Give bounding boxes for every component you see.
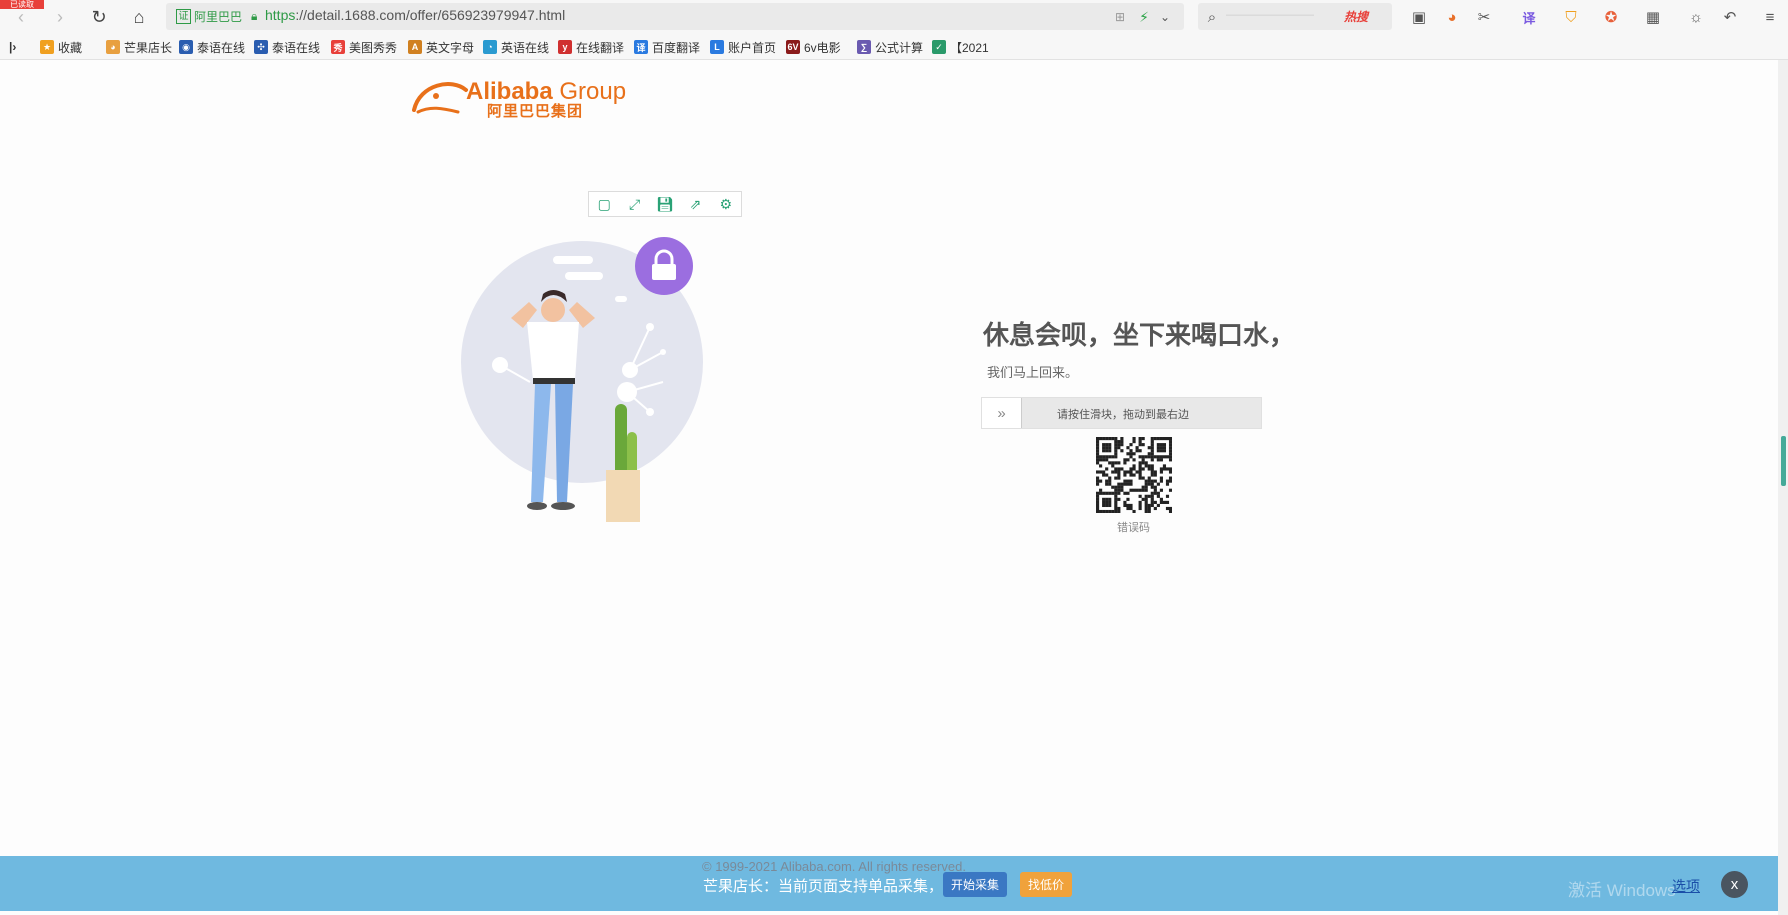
bookmark-label: 美图秀秀 [349,40,398,55]
reader-icon[interactable]: ▣ [1409,7,1429,27]
hot-search-label[interactable]: 热搜 [1344,8,1368,25]
bookmark-item[interactable]: y 在线翻译 [558,39,624,55]
chat-icon: ◔ [483,40,497,54]
slider-hint: 请按住滑块，拖动到最右边 [1057,409,1189,421]
bookmark-item[interactable]: ◕ 芒果店长 [106,39,172,55]
translate-icon: 译 [634,40,648,54]
gamepad-icon[interactable]: ✪ [1601,7,1621,27]
start-collect-button[interactable]: 开始采集 [943,872,1007,897]
page-subtitle: 我们马上回来。 [987,365,1079,380]
cert-icon: 证 [176,8,191,24]
bookmark-label: 泰语在线 [272,40,321,55]
meitu-icon: 秀 [331,40,345,54]
slider-handle[interactable]: » [982,398,1022,428]
bookmark-item[interactable]: 6V 6v电影 [786,39,841,55]
options-link[interactable]: 选项 [1672,876,1700,896]
lightning-icon[interactable]: ⚡︎ [1134,7,1154,27]
bookmark-label: 在线翻译 [576,40,625,55]
share-icon[interactable]: ⇗ [680,192,710,216]
check-icon: ✓ [932,40,946,54]
home-icon[interactable]: ⌂ [127,5,151,29]
captcha-slider[interactable]: » 请按住滑块，拖动到最右边 [981,397,1262,429]
mango-icon: ◕ [106,40,120,54]
bookmark-label: 公式计算 [875,40,924,55]
certificate-badge[interactable]: 证 阿里巴巴 🔒︎ [176,7,257,25]
bookmark-item[interactable]: ∑ 公式计算 [857,39,923,55]
globe-icon: ◉ [179,40,193,54]
bookmark-label: 百度翻译 [652,40,701,55]
shield-icon[interactable]: ⛉ [1561,7,1581,27]
network-icon: ✣ [254,40,268,54]
menu-icon[interactable]: ≡ [1760,7,1780,27]
bookmark-item[interactable]: 译百度翻译 [634,39,700,55]
scrollbar-thumb[interactable] [1781,436,1786,486]
fullscreen-icon[interactable]: ⤢ [619,192,649,216]
scissors-icon[interactable]: ✂ [1474,7,1494,27]
back-icon[interactable]: ‹ [9,5,33,29]
bookmark-item[interactable]: 秀美图秀秀 [331,39,397,55]
save-icon[interactable]: 💾︎ [650,192,680,216]
bookmark-label: 泰语在线 [197,40,246,55]
bookmark-item[interactable]: ✓ 【2021 [932,39,989,55]
search-input[interactable]: ———————— [1226,9,1314,21]
bookmark-label: 收藏 [58,40,83,55]
cert-label: 阿里巴巴 [194,9,243,24]
page-title: 休息会呗，坐下来喝口水， [983,320,1296,350]
copy-icon[interactable]: ▢ [589,192,619,216]
l-icon: L [710,40,724,54]
brightness-icon[interactable]: ☼ [1686,7,1706,27]
reload-icon[interactable]: ↻ [87,5,111,29]
bookmark-label: 英文字母 [426,40,475,55]
search-icon[interactable]: ⌕ [1202,7,1222,27]
qr-label: 错误码 [1117,522,1150,534]
url-text[interactable]: https://detail.1688.com/offer/6569239799… [265,7,565,23]
copyright: © 1999-2021 Alibaba.com. All rights rese… [702,859,966,874]
logo-chinese: 阿里巴巴集团 [487,103,584,120]
star-icon: ★ [40,40,54,54]
close-bar-button[interactable]: x [1721,871,1748,898]
bookmark-item[interactable]: A 英文字母 [408,39,474,55]
y-icon: y [558,40,572,54]
letter-icon: A [408,40,422,54]
bookmark-label: 英语在线 [501,40,550,55]
bookmark-item[interactable]: L 账户首页 [710,39,776,55]
translate-ext-icon[interactable]: 译 [1519,7,1539,27]
padlock-icon [635,237,693,295]
lock-icon: 🔒︎ [251,8,258,23]
image-toolbar: ▢ ⤢ 💾︎ ⇗ ⚙︎ [588,191,742,217]
find-low-price-button[interactable]: 找低价 [1020,872,1072,897]
bookmark-item[interactable]: ◔ 英语在线 [483,39,549,55]
chevron-down-icon[interactable]: ⌄ [1155,7,1175,27]
grid-icon[interactable]: ⊞ [1110,7,1130,27]
6v-icon: 6V [786,40,800,54]
forward-icon[interactable]: › [48,5,72,29]
apps-icon[interactable]: ▦ [1643,7,1663,27]
qr-code [1096,437,1172,513]
windows-watermark: 激活 Windows [1568,881,1676,900]
settings-gear-icon[interactable]: ⚙︎ [711,192,741,216]
mango-ext-icon[interactable]: ◕ [1442,7,1462,27]
bookmark-label: 【2021 [950,40,989,55]
sidebar-toggle-icon[interactable]: |› [9,39,16,55]
bookmark-label: 芒果店长 [124,40,173,55]
bookmark-item[interactable]: ✣ 泰语在线 [254,39,320,55]
bookmark-item[interactable]: ◉ 泰语在线 [179,39,245,55]
double-chevron-right-icon: » [997,404,1006,422]
bookmark-label: 6v电影 [804,40,841,55]
bookmark-item[interactable]: ★ 收藏 [40,39,82,55]
extension-message: 芒果店长：当前页面支持单品采集， [703,878,944,895]
calc-icon: ∑ [857,40,871,54]
scrollbar[interactable] [1778,60,1788,915]
undo-icon[interactable]: ↶ [1720,7,1740,27]
bookmark-label: 账户首页 [728,40,777,55]
